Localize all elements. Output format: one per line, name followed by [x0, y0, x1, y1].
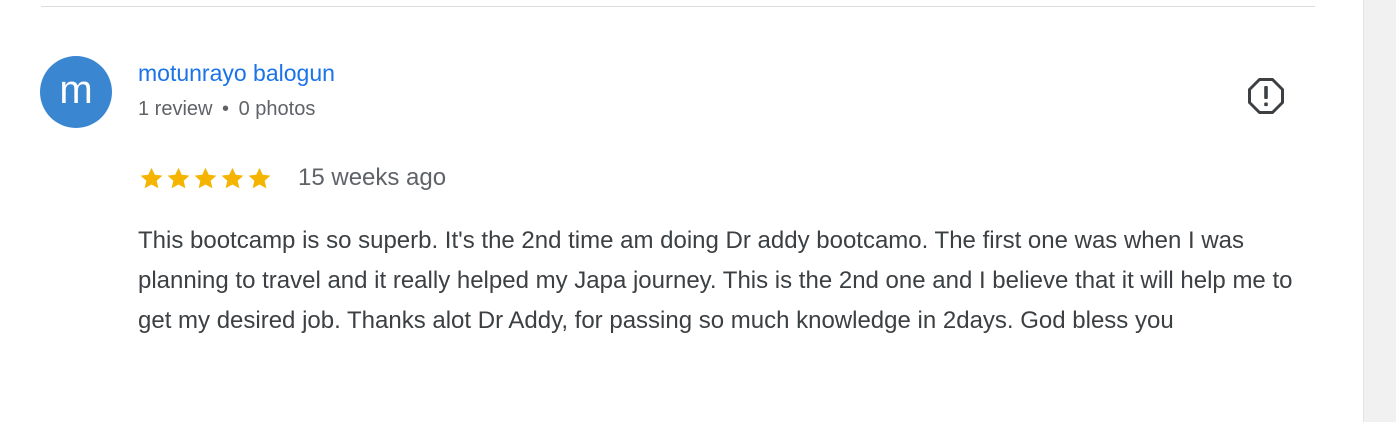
report-icon	[1248, 78, 1284, 114]
report-review-button[interactable]	[1244, 74, 1288, 118]
photo-count: 0 photos	[238, 98, 316, 120]
top-divider	[41, 6, 1315, 7]
review-time: 15 weeks ago	[298, 164, 447, 191]
avatar[interactable]: m	[40, 56, 112, 128]
rating-row: 15 weeks ago	[138, 163, 446, 193]
meta-separator: •	[222, 98, 230, 120]
star-icon	[194, 167, 217, 188]
review-count: 1 review	[138, 98, 213, 120]
scrollbar[interactable]	[1363, 0, 1396, 422]
star-icon	[248, 167, 271, 188]
star-rating	[138, 165, 273, 192]
star-icon	[167, 167, 190, 188]
reviewer-meta: 1 review • 0 photos	[138, 98, 315, 121]
reviewer-name-link[interactable]: motunrayo balogun	[138, 60, 335, 87]
star-icon	[140, 167, 163, 188]
review-text: This bootcamp is so superb. It's the 2nd…	[138, 227, 1293, 334]
avatar-letter: m	[59, 68, 93, 112]
star-icon	[221, 167, 244, 188]
